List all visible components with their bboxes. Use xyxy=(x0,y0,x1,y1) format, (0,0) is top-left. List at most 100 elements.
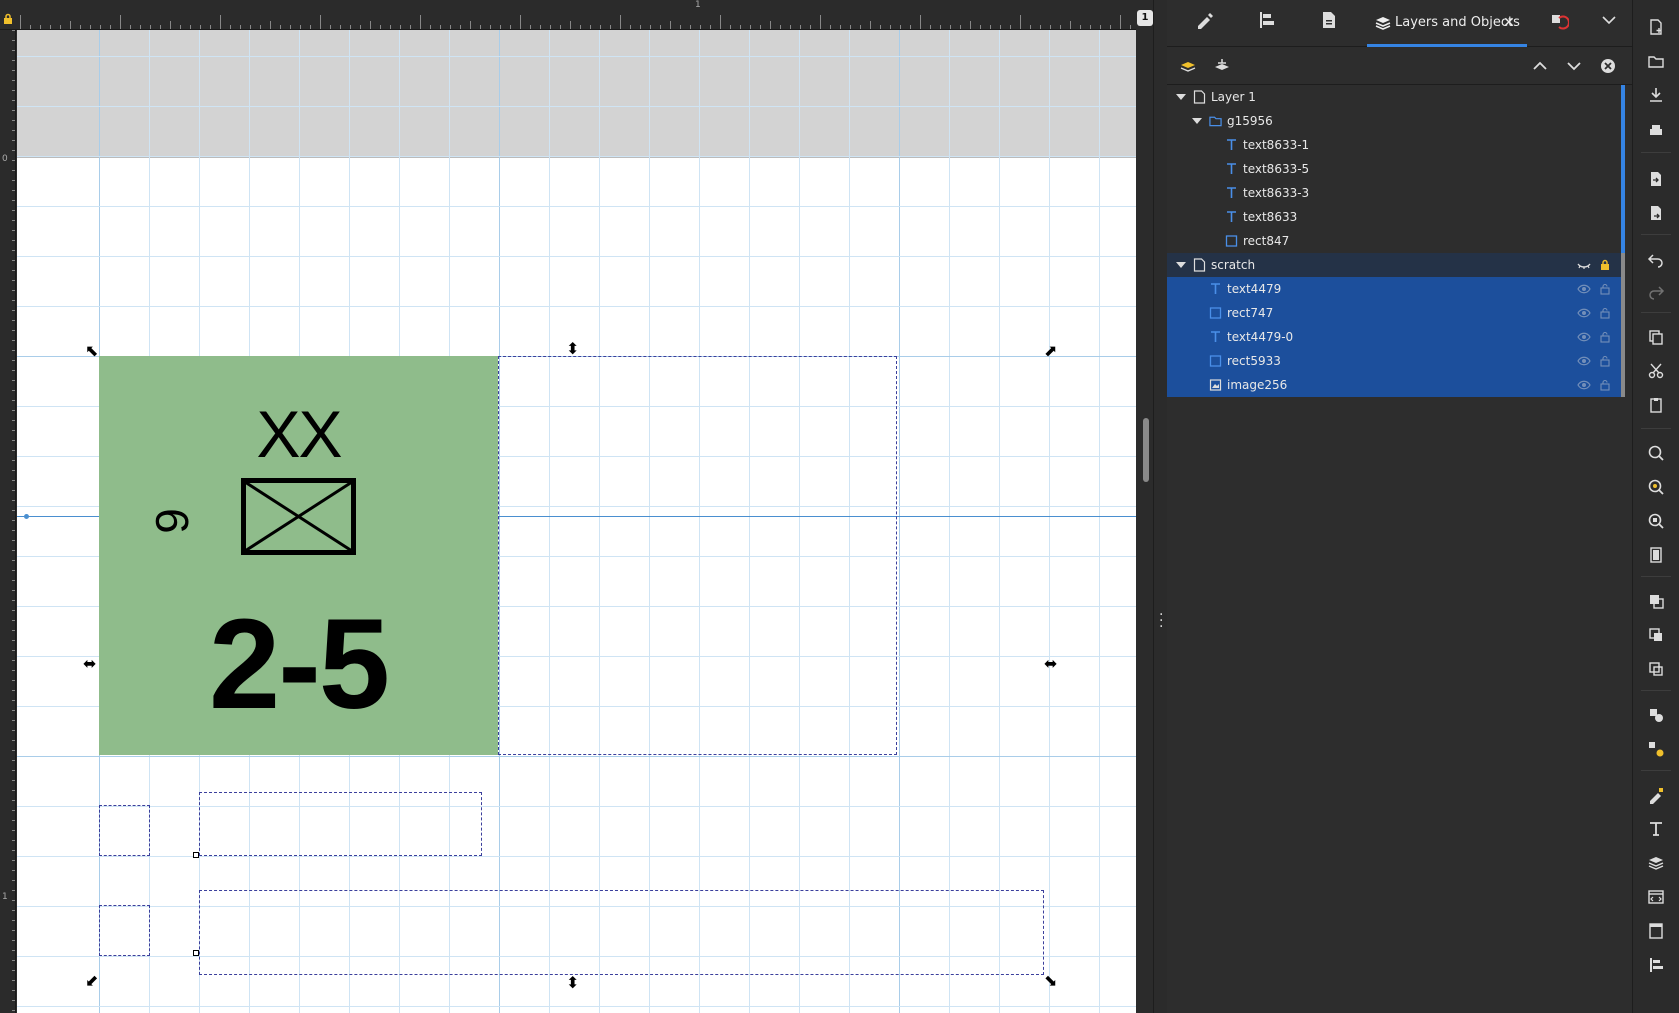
move-down-icon[interactable] xyxy=(1563,55,1585,77)
cut-icon[interactable] xyxy=(1647,362,1665,380)
pane-separator[interactable]: · · · xyxy=(1153,0,1167,1013)
ruler-tick xyxy=(540,25,541,29)
unlink-clone-icon[interactable] xyxy=(1647,660,1665,678)
import-icon[interactable] xyxy=(1647,170,1665,188)
copy-icon[interactable] xyxy=(1647,328,1665,346)
paste-icon[interactable] xyxy=(1647,396,1665,414)
fill-stroke-icon[interactable] xyxy=(1647,786,1665,804)
ruler-tick xyxy=(1080,25,1081,29)
tree-row-text4479[interactable]: text4479 xyxy=(1167,277,1625,301)
save-icon[interactable] xyxy=(1647,86,1665,104)
scale-handle-s[interactable]: ⬍ xyxy=(566,975,579,991)
lock-icon[interactable] xyxy=(1599,259,1611,271)
ruler-tick xyxy=(740,25,741,29)
text-node[interactable] xyxy=(193,852,199,858)
tree-row-scratch[interactable]: scratch xyxy=(1167,253,1625,277)
layers-icon[interactable] xyxy=(1647,854,1665,872)
tree-row-rect747[interactable]: rect747 xyxy=(1167,301,1625,325)
unlock-icon[interactable] xyxy=(1599,379,1611,391)
expand-triangle-icon[interactable] xyxy=(1191,115,1203,127)
tab-layers-and-objects[interactable]: Layers and Objects ✕ xyxy=(1367,10,1527,47)
dashed-rect-small-2[interactable] xyxy=(99,905,150,956)
tree-row-rect5933[interactable]: rect5933 xyxy=(1167,349,1625,373)
visibility-eye-icon[interactable] xyxy=(1577,355,1591,367)
chevron-down-icon[interactable] xyxy=(1601,10,1617,36)
unit-id-text[interactable]: 9 xyxy=(146,496,198,546)
dashed-rect-small-1[interactable] xyxy=(99,805,150,856)
new-document-icon[interactable] xyxy=(1647,18,1665,36)
unlock-icon[interactable] xyxy=(1599,355,1611,367)
unlock-icon[interactable] xyxy=(1599,331,1611,343)
guide-anchor[interactable] xyxy=(24,514,29,519)
print-icon[interactable] xyxy=(1647,122,1665,140)
counter-rect[interactable]: XX 9 2-5 xyxy=(99,356,498,755)
page-number-badge[interactable]: 1 xyxy=(1137,10,1153,26)
redo-icon[interactable] xyxy=(1647,282,1665,300)
unlock-icon[interactable] xyxy=(1599,307,1611,319)
horizontal-ruler[interactable]: 1 xyxy=(0,0,1136,30)
zoom-page-icon[interactable] xyxy=(1647,512,1665,530)
ungroup-icon[interactable] xyxy=(1647,740,1665,758)
grid-line xyxy=(17,256,1136,257)
canvas-scrollbar[interactable] xyxy=(1139,30,1153,1013)
fill-stroke-tab-icon[interactable] xyxy=(1195,10,1215,36)
drag-grip-icon[interactable]: · · · xyxy=(1159,608,1163,634)
zoom-selection-icon[interactable] xyxy=(1647,444,1665,462)
visibility-eye-icon[interactable] xyxy=(1577,307,1591,319)
hidden-eye-icon[interactable] xyxy=(1577,259,1591,271)
tree-row-text8633-3[interactable]: text8633-3 xyxy=(1167,181,1625,205)
text-node[interactable] xyxy=(193,950,199,956)
tree-row-Layer 1[interactable]: Layer 1 xyxy=(1167,85,1625,109)
xml-editor-icon[interactable] xyxy=(1647,888,1665,906)
dashed-text-box-1[interactable] xyxy=(199,792,482,856)
scale-handle-w[interactable]: ⬌ xyxy=(83,656,96,672)
duplicate-icon[interactable] xyxy=(1647,592,1665,610)
unlock-icon[interactable] xyxy=(1599,283,1611,295)
scale-handle-sw[interactable]: ⬋ xyxy=(85,973,98,989)
zoom-width-icon[interactable] xyxy=(1647,546,1665,564)
unit-size-text[interactable]: XX xyxy=(99,401,498,467)
align-tab-icon[interactable] xyxy=(1257,10,1277,36)
group-icon[interactable] xyxy=(1647,706,1665,724)
scale-handle-ne[interactable]: ⬈ xyxy=(1044,343,1057,359)
scale-handle-se[interactable]: ⬊ xyxy=(1044,973,1057,989)
delete-icon[interactable] xyxy=(1597,55,1619,77)
scale-handle-e[interactable]: ⬌ xyxy=(1044,656,1057,672)
tree-row-text8633-1[interactable]: text8633-1 xyxy=(1167,133,1625,157)
layer-to-top-icon[interactable] xyxy=(1211,55,1233,77)
clone-icon[interactable] xyxy=(1647,626,1665,644)
zoom-drawing-icon[interactable] xyxy=(1647,478,1665,496)
expand-triangle-icon[interactable] xyxy=(1175,91,1187,103)
lock-guides-icon[interactable] xyxy=(2,10,14,24)
tree-row-image256[interactable]: image256 xyxy=(1167,373,1625,397)
visibility-eye-icon[interactable] xyxy=(1577,331,1591,343)
strength-text[interactable]: 2-5 xyxy=(99,601,498,729)
open-icon[interactable] xyxy=(1647,52,1665,70)
move-up-icon[interactable] xyxy=(1529,55,1551,77)
objects-tab-icon[interactable] xyxy=(1549,10,1569,36)
dashed-text-box-2[interactable] xyxy=(199,890,1044,975)
scale-handle-n[interactable]: ⬍ xyxy=(566,341,579,357)
text-font-icon[interactable] xyxy=(1647,820,1665,838)
drawing-canvas[interactable]: XX 9 2-5 ⬉ ⬍ ⬈ ⬌ ⬌ ⬋ ⬍ ⬊ xyxy=(17,30,1136,1013)
expand-triangle-icon[interactable] xyxy=(1175,259,1187,271)
tree-row-text8633-5[interactable]: text8633-5 xyxy=(1167,157,1625,181)
document-properties-tab-icon[interactable] xyxy=(1319,10,1339,36)
dashed-rect-right[interactable] xyxy=(498,356,897,755)
tree-row-text4479-0[interactable]: text4479-0 xyxy=(1167,325,1625,349)
tree-row-text8633[interactable]: text8633 xyxy=(1167,205,1625,229)
scrollbar-thumb[interactable] xyxy=(1143,418,1149,482)
undo-icon[interactable] xyxy=(1647,250,1665,268)
vertical-ruler[interactable]: 0 1 xyxy=(0,30,16,1013)
infantry-symbol-icon[interactable] xyxy=(241,478,356,555)
close-tab-icon[interactable]: ✕ xyxy=(1503,10,1515,36)
tree-row-rect847[interactable]: rect847 xyxy=(1167,229,1625,253)
visibility-eye-icon[interactable] xyxy=(1577,379,1591,391)
tree-row-g15956[interactable]: g15956 xyxy=(1167,109,1625,133)
document-properties-icon[interactable] xyxy=(1647,922,1665,940)
visibility-eye-icon[interactable] xyxy=(1577,283,1591,295)
align-distribute-icon[interactable] xyxy=(1647,956,1665,974)
add-layer-icon[interactable] xyxy=(1177,55,1199,77)
export-icon[interactable] xyxy=(1647,204,1665,222)
scale-handle-nw[interactable]: ⬉ xyxy=(85,343,98,359)
